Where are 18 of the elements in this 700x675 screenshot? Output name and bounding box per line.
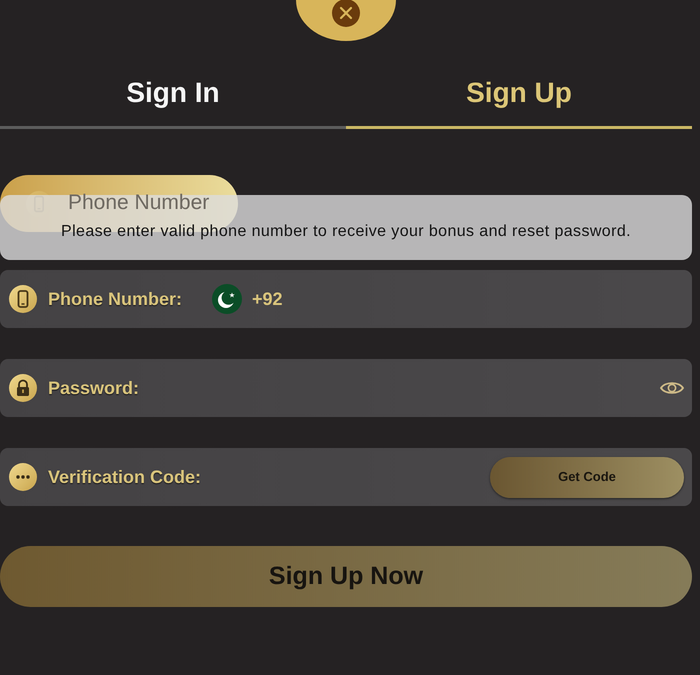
password-field[interactable]: Password: [0,359,692,417]
phone-number-label: Phone Number: [48,288,182,310]
phone-icon [9,285,37,313]
flag-icon [212,284,242,314]
get-code-button[interactable]: Get Code [490,456,684,498]
country-code: +92 [252,288,283,310]
dots-icon [9,463,37,491]
tab[interactable]: Sign In [0,41,346,129]
close-icon [332,0,360,27]
lock-icon [9,374,37,402]
tab[interactable]: Sign Up [346,41,692,129]
floating-label-text: Phone Number [68,191,210,215]
eye-icon[interactable] [660,380,684,396]
password-label: Password: [48,376,140,400]
verification-code-label: Verification Code: [48,466,202,488]
verification-code-field[interactable]: Verification Code: Get Code [0,448,692,506]
sign-up-now-button[interactable]: Sign Up Now [0,546,692,607]
phone-number-field[interactable]: Phone Number: +92 [0,270,692,328]
